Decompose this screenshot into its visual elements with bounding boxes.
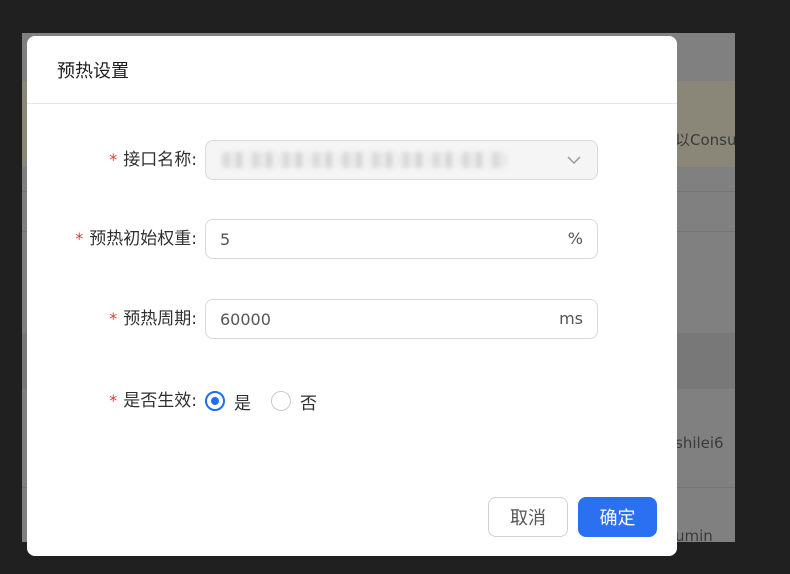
enabled-label: * 是否生效: (109, 391, 197, 411)
confirm-button[interactable]: 确定 (578, 497, 657, 537)
required-mark: * (109, 150, 118, 169)
cancel-button[interactable]: 取消 (488, 497, 568, 537)
period-input[interactable] (206, 300, 546, 338)
ms-suffix: ms (559, 309, 583, 328)
period-field[interactable]: ms (205, 299, 598, 339)
required-mark: * (75, 229, 84, 248)
bg-text-consul: 以Consu (675, 131, 735, 149)
dialog-title: 预热设置 (57, 60, 129, 82)
required-mark: * (109, 391, 118, 410)
warmup-settings-dialog: 预热设置 *接口名称: *预热初始权重: % *预热周期: ms *是否生效: (27, 36, 677, 556)
blurred-interface-value (222, 152, 507, 168)
radio-no[interactable]: 否 (271, 389, 317, 414)
interface-name-row: * 接口名称: (27, 140, 677, 180)
interface-name-label: * 接口名称: (109, 150, 197, 170)
radio-no-label[interactable]: 否 (300, 389, 317, 414)
radio-checked-icon[interactable] (205, 391, 225, 411)
dialog-header: 预热设置 (27, 36, 677, 104)
initial-weight-label: * 预热初始权重: (75, 229, 197, 249)
chevron-down-icon (567, 156, 581, 165)
required-mark: * (109, 309, 118, 328)
initial-weight-input[interactable] (206, 220, 546, 258)
bg-text-admin: umin (675, 527, 713, 542)
radio-yes-label[interactable]: 是 (234, 389, 251, 414)
enabled-row: * 是否生效: 是 否 (27, 381, 677, 421)
percent-suffix: % (567, 229, 583, 248)
enabled-radio-group: 是 否 (205, 381, 337, 421)
initial-weight-row: *预热初始权重: % (27, 219, 677, 259)
radio-unchecked-icon[interactable] (271, 391, 291, 411)
bg-text-user: shilei6 (675, 434, 724, 452)
period-row: *预热周期: ms (27, 299, 677, 339)
interface-name-select[interactable] (205, 140, 598, 180)
radio-yes[interactable]: 是 (205, 389, 251, 414)
initial-weight-field[interactable]: % (205, 219, 598, 259)
period-label: * 预热周期: (109, 309, 197, 329)
